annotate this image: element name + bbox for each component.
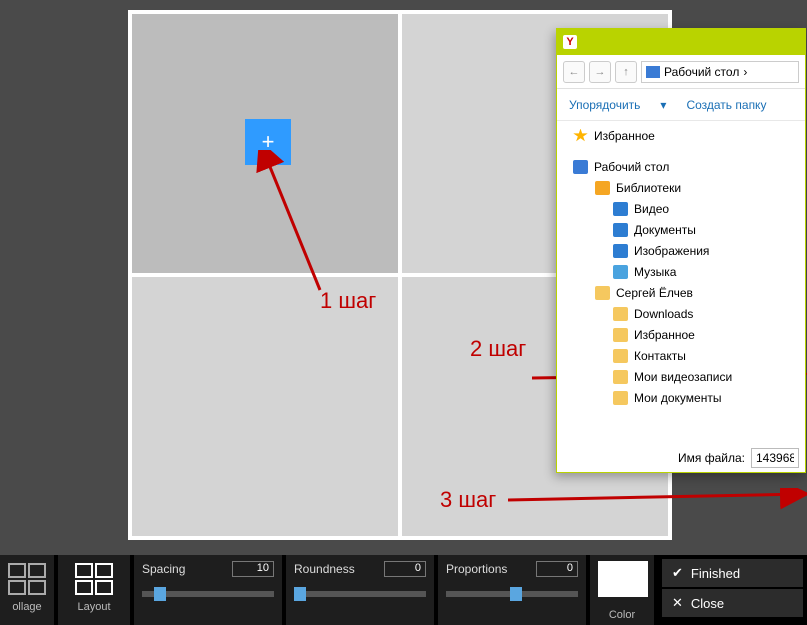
tree-video[interactable]: Видео	[559, 198, 803, 219]
folder-icon	[613, 391, 628, 405]
tree-myvideos[interactable]: Мои видеозаписи	[559, 366, 803, 387]
path-arrow-icon: ›	[743, 65, 747, 79]
close-label: Close	[691, 596, 724, 611]
tree-favs[interactable]: Избранное	[559, 324, 803, 345]
tree-desktop[interactable]: Рабочий стол	[559, 156, 803, 177]
file-open-dialog: Y ← → ↑ Рабочий стол › Упорядочить ▾ Соз…	[556, 28, 806, 473]
folder-icon	[613, 370, 628, 384]
tree-label: Видео	[634, 202, 669, 216]
tree-user[interactable]: Сергей Ёлчев	[559, 282, 803, 303]
tree-label: Изображения	[634, 244, 709, 258]
roundness-value[interactable]: 0	[384, 561, 426, 577]
nav-up-button[interactable]: ↑	[615, 61, 637, 83]
image-icon	[613, 244, 628, 258]
tree-label: Мои видеозаписи	[634, 370, 732, 384]
spacing-slider[interactable]	[142, 591, 274, 597]
filename-row: Имя файла:	[678, 448, 799, 468]
roundness-slider[interactable]	[294, 591, 426, 597]
music-icon	[613, 265, 628, 279]
action-buttons: ✔ Finished ✕ Close	[658, 555, 807, 625]
tree-label: Избранное	[634, 328, 695, 342]
tree-label: Избранное	[594, 129, 655, 143]
color-swatch[interactable]	[598, 561, 648, 597]
tree-images[interactable]: Изображения	[559, 240, 803, 261]
folder-icon	[613, 328, 628, 342]
tree-downloads[interactable]: Downloads	[559, 303, 803, 324]
desktop-icon	[646, 66, 660, 78]
spacing-value[interactable]: 10	[232, 561, 274, 577]
star-icon	[573, 129, 588, 143]
proportions-slider[interactable]	[446, 591, 578, 597]
library-icon	[595, 181, 610, 195]
nav-back-button[interactable]: ←	[563, 61, 585, 83]
tree-label: Сергей Ёлчев	[616, 286, 693, 300]
desktop-icon	[573, 160, 588, 174]
annotation-step-3: 3 шаг	[440, 487, 496, 513]
roundness-label: Roundness	[294, 562, 355, 576]
organize-menu[interactable]: Упорядочить	[569, 98, 640, 112]
folder-tree: Избранное Рабочий стол Библиотеки Видео …	[557, 121, 805, 412]
layout-label: Layout	[77, 601, 110, 613]
color-label: Color	[598, 609, 646, 621]
tree-music[interactable]: Музыка	[559, 261, 803, 282]
spacing-control: Spacing 10	[134, 555, 282, 625]
folder-icon	[595, 286, 610, 300]
plus-icon: +	[262, 129, 275, 155]
folder-icon	[613, 307, 628, 321]
close-icon: ✕	[672, 595, 683, 611]
annotation-step-1: 1 шаг	[320, 288, 376, 314]
filename-label: Имя файла:	[678, 451, 745, 465]
roundness-control: Roundness 0	[286, 555, 434, 625]
new-folder-button[interactable]: Создать папку	[686, 98, 766, 112]
tree-documents[interactable]: Документы	[559, 219, 803, 240]
tree-label: Библиотеки	[616, 181, 681, 195]
tree-label: Рабочий стол	[594, 160, 669, 174]
finished-button[interactable]: ✔ Finished	[662, 559, 803, 587]
proportions-label: Proportions	[446, 562, 507, 576]
dialog-titlebar[interactable]: Y	[557, 29, 805, 55]
color-control[interactable]: Color	[590, 555, 654, 625]
finished-label: Finished	[691, 566, 740, 581]
collage-tab[interactable]: ollage	[0, 555, 54, 625]
spacing-label: Spacing	[142, 562, 185, 576]
collage-cell-3[interactable]	[132, 277, 398, 536]
collage-label: ollage	[12, 601, 41, 613]
collage-cell-1[interactable]: +	[132, 14, 398, 273]
bottom-toolbar: ollage Layout Spacing 10 Roundness 0 Pro…	[0, 555, 807, 625]
dialog-toolbar: Упорядочить ▾ Создать папку	[557, 89, 805, 121]
layout-icon	[75, 563, 113, 595]
proportions-control: Proportions 0	[438, 555, 586, 625]
tree-mydocs[interactable]: Мои документы	[559, 387, 803, 408]
check-icon: ✔	[672, 565, 683, 581]
folder-icon	[613, 349, 628, 363]
nav-forward-button[interactable]: →	[589, 61, 611, 83]
proportions-value[interactable]: 0	[536, 561, 578, 577]
tree-libraries[interactable]: Библиотеки	[559, 177, 803, 198]
add-image-button[interactable]: +	[245, 119, 291, 165]
tree-label: Контакты	[634, 349, 686, 363]
collage-icon	[8, 563, 46, 595]
filename-input[interactable]	[751, 448, 799, 468]
layout-button[interactable]: Layout	[58, 555, 130, 625]
path-label: Рабочий стол	[664, 65, 739, 79]
dialog-nav-bar: ← → ↑ Рабочий стол ›	[557, 55, 805, 89]
tree-label: Документы	[634, 223, 696, 237]
video-icon	[613, 202, 628, 216]
tree-label: Музыка	[634, 265, 676, 279]
tree-contacts[interactable]: Контакты	[559, 345, 803, 366]
tree-favorites[interactable]: Избранное	[559, 125, 803, 146]
close-button[interactable]: ✕ Close	[662, 589, 803, 617]
tree-label: Мои документы	[634, 391, 721, 405]
nav-path-field[interactable]: Рабочий стол ›	[641, 61, 799, 83]
annotation-step-2: 2 шаг	[470, 336, 526, 362]
document-icon	[613, 223, 628, 237]
app-icon: Y	[563, 35, 577, 49]
tree-label: Downloads	[634, 307, 693, 321]
organize-dropdown-icon[interactable]: ▾	[660, 98, 666, 112]
